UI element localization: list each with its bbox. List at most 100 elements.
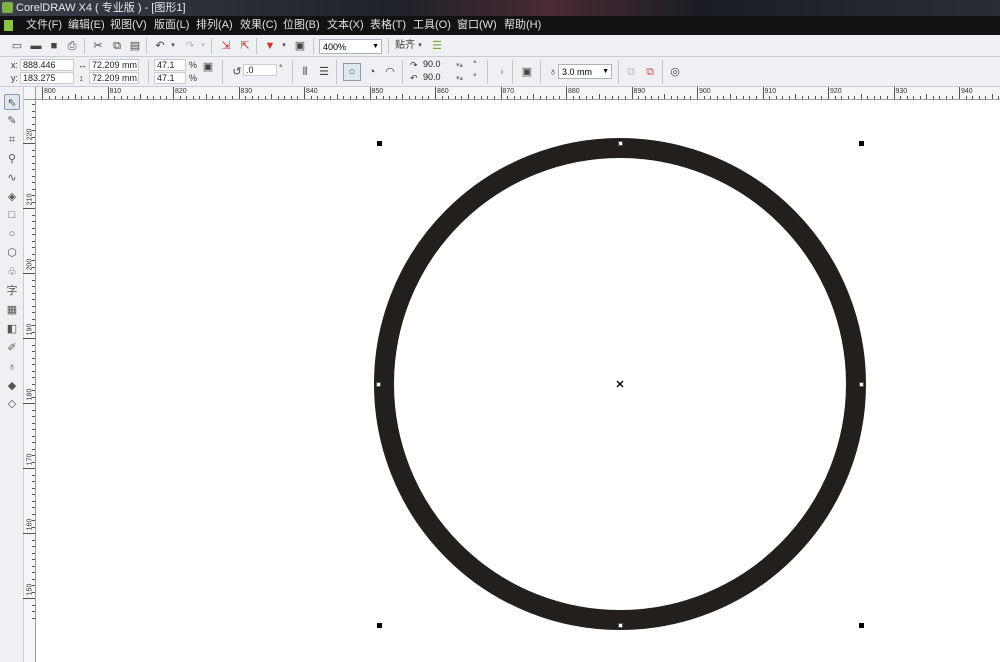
rotation-field[interactable]: .0 (243, 64, 277, 76)
lock-ratio-icon[interactable]: ▣ (201, 60, 215, 74)
ellipse-tool-icon[interactable]: ○ (4, 226, 20, 242)
outline-tool-icon[interactable]: ♁ (4, 359, 20, 375)
zoom-tool-icon[interactable]: ⚲ (4, 151, 20, 167)
ruler-tick (611, 96, 613, 99)
y-position-field[interactable]: 183.275 mm (20, 72, 74, 94)
ruler-tick (814, 96, 816, 99)
drawing-canvas[interactable] (37, 101, 1000, 662)
menu-item[interactable]: 视图(V) (110, 16, 147, 35)
menu-item[interactable]: 排列(A) (196, 16, 233, 35)
shape-tool-icon[interactable]: ✎ (4, 113, 20, 129)
selection-handle-bottom-right[interactable] (859, 623, 864, 628)
center-marker-icon[interactable] (616, 380, 624, 388)
pie-mode-icon[interactable]: ◔ (365, 65, 379, 79)
convert-to-curves-icon[interactable]: ◎ (668, 65, 682, 79)
ruler-tick (42, 87, 43, 99)
menu-item[interactable]: 工具(O) (413, 16, 451, 35)
ruler-tick (782, 96, 784, 99)
ruler-tick (697, 87, 698, 99)
ruler-tick (32, 247, 35, 248)
menu-item[interactable]: 编辑(E) (68, 16, 105, 35)
undo-icon[interactable]: ↶ (153, 39, 167, 53)
node-bottom[interactable] (618, 623, 623, 628)
options-icon[interactable]: ☰ (430, 39, 444, 53)
node-top[interactable] (618, 141, 623, 146)
new-document-icon[interactable]: ▭ (10, 39, 24, 53)
ruler-tick-label: 900 (699, 88, 711, 95)
interactive-fill-tool-icon[interactable]: ◇ (4, 396, 20, 412)
redo-icon[interactable]: ↷ (183, 39, 197, 53)
snap-dropdown-icon[interactable]: ▾ (416, 39, 424, 53)
ellipse-mode-icon[interactable]: ○ (343, 63, 361, 81)
redo-dropdown-icon[interactable]: ▾ (199, 39, 207, 53)
menu-item[interactable]: 效果(C) (240, 16, 277, 35)
width-field[interactable]: 72.209 mm (89, 59, 139, 71)
document-icon[interactable] (4, 20, 13, 31)
selection-handle-top-left[interactable] (377, 141, 382, 146)
selection-handle-bottom-left[interactable] (377, 623, 382, 628)
print-icon[interactable]: ⎙ (65, 39, 79, 53)
ruler-tick (474, 96, 476, 99)
cut-icon[interactable]: ✂ (91, 39, 105, 53)
welcome-screen-icon[interactable]: ▣ (293, 39, 307, 53)
horizontal-ruler[interactable]: 800 810 820 830 840 850 860 870 880 890 900 910 920 9… (36, 87, 1000, 100)
end-angle-field[interactable]: 90.0 (421, 72, 453, 84)
menu-item[interactable]: 帮助(H) (504, 16, 541, 35)
selection-handle-top-right[interactable] (859, 141, 864, 146)
menu-item[interactable]: 位图(B) (283, 16, 320, 35)
ruler-tick (225, 96, 227, 99)
interactive-blend-tool-icon[interactable]: ◧ (4, 321, 20, 337)
direction-icon[interactable]: ◑ (494, 65, 508, 79)
pick-tool-icon[interactable]: ⇖ (4, 94, 20, 110)
save-icon[interactable]: ■ (47, 39, 61, 53)
end-angle-icon: ↶ (410, 73, 418, 83)
text-tool-icon[interactable]: 字 (4, 283, 20, 299)
menu-item[interactable]: 版面(L) (154, 16, 189, 35)
mirror-vertical-icon[interactable]: ☰ (317, 65, 331, 79)
polygon-tool-icon[interactable]: ⬡ (4, 245, 20, 261)
menu-item[interactable]: 窗口(W) (457, 16, 497, 35)
application-launcher-icon[interactable]: ▼ (263, 39, 277, 53)
ruler-tick (461, 96, 463, 99)
smart-fill-tool-icon[interactable]: ◈ (4, 189, 20, 205)
freehand-tool-icon[interactable]: ∿ (4, 170, 20, 186)
menu-item[interactable]: 文件(F) (26, 16, 62, 35)
scale-x-field[interactable]: 47.1 (154, 59, 186, 71)
to-back-icon[interactable]: ⧉ (643, 65, 657, 79)
eyedropper-tool-icon[interactable]: ✐ (4, 340, 20, 356)
mirror-horizontal-icon[interactable]: ⫴ (298, 65, 312, 79)
open-icon[interactable]: ▬ (29, 39, 43, 53)
export-icon[interactable]: ⇱ (238, 39, 252, 53)
x-position-field[interactable]: 888.446 mm (20, 59, 74, 81)
start-angle-field[interactable]: 90.0 (421, 59, 453, 71)
launcher-dropdown-icon[interactable]: ▾ (280, 39, 288, 53)
undo-dropdown-icon[interactable]: ▾ (169, 39, 177, 53)
outline-width-select[interactable]: 3.0 mm ▼ (558, 64, 612, 79)
snap-to-button[interactable]: 贴齐 (395, 40, 415, 51)
basic-shapes-tool-icon[interactable]: ♧ (4, 264, 20, 280)
zoom-level-select[interactable]: 400% ▼ (319, 39, 382, 54)
node-left[interactable] (376, 382, 381, 387)
ruler-tick (32, 299, 35, 300)
fill-tool-icon[interactable]: ◆ (4, 378, 20, 394)
import-icon[interactable]: ⇲ (219, 39, 233, 53)
end-angle-spinner[interactable]: ▾▴ (456, 73, 463, 84)
to-front-icon[interactable]: ⧉ (624, 65, 638, 79)
crop-tool-icon[interactable]: ⌗ (4, 132, 20, 148)
node-right[interactable] (859, 382, 864, 387)
start-angle-spinner[interactable]: ▾▴ (456, 60, 463, 71)
menu-item[interactable]: 文本(X) (327, 16, 364, 35)
vertical-ruler[interactable]: 220 210 200 190 180 170 160 150 (23, 100, 36, 662)
ruler-origin[interactable] (24, 87, 36, 100)
paste-icon[interactable]: ▤ (128, 39, 142, 53)
table-tool-icon[interactable]: ▦ (4, 302, 20, 318)
ruler-tick (192, 96, 194, 99)
menu-item[interactable]: 表格(T) (370, 16, 406, 35)
wrap-text-icon[interactable]: ▣ (520, 65, 534, 79)
ruler-tick (690, 96, 692, 99)
copy-icon[interactable]: ⧉ (110, 39, 124, 53)
height-field[interactable]: 72.209 mm (89, 72, 139, 84)
rectangle-tool-icon[interactable]: □ (4, 207, 20, 223)
scale-y-field[interactable]: 47.1 (154, 72, 186, 84)
arc-mode-icon[interactable]: ◠ (383, 65, 397, 79)
